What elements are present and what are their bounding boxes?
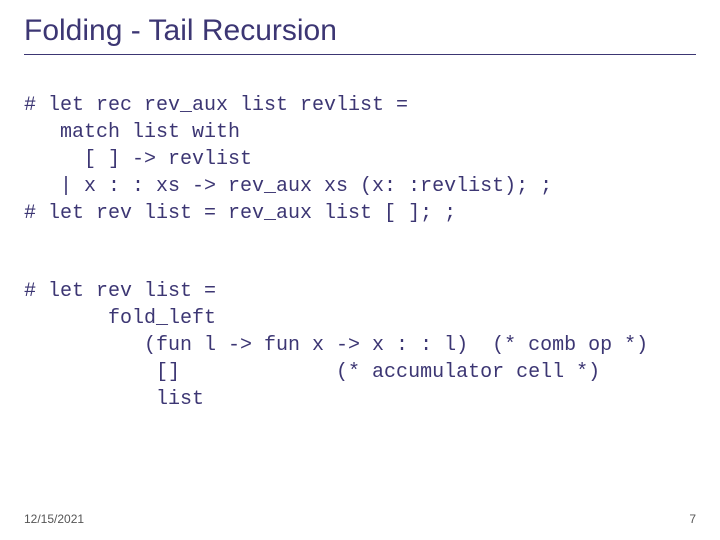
slide: Folding - Tail Recursion # let rec rev_a…	[0, 0, 720, 540]
code-block-fold: # let rev list = fold_left (fun l -> fun…	[24, 278, 648, 413]
footer-date: 12/15/2021	[24, 512, 84, 526]
footer-page-number: 7	[689, 512, 696, 526]
slide-title: Folding - Tail Recursion	[24, 14, 696, 55]
code-block-definition: # let rec rev_aux list revlist = match l…	[24, 92, 552, 227]
